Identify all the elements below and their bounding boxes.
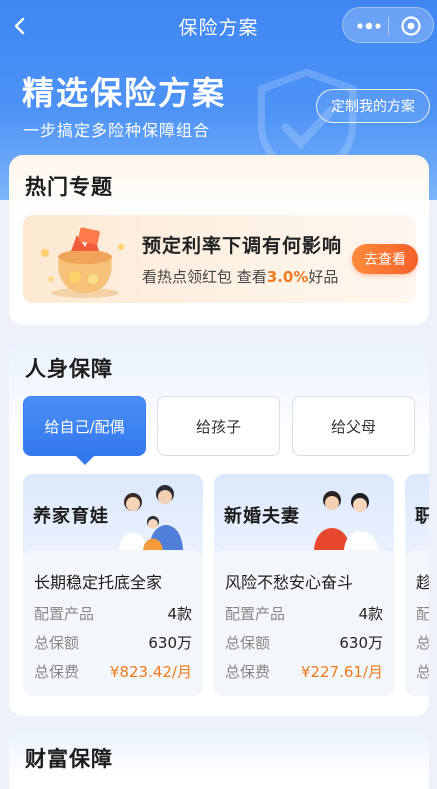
- plan-list: 养家育娃 长期稳定托底全家 配置产品 4款 总保额 630万 总保费 ¥823.42/…: [23, 474, 429, 700]
- plan-row-coverage: 总: [416, 634, 429, 652]
- plan-name: 职: [415, 506, 429, 527]
- personal-protection-card: 人身保障 给自己/配偶 给孩子 给父母 养家育娃 长期稳定托底全家 配置产品 4款: [9, 338, 429, 716]
- nav-bar: 保险方案: [0, 0, 437, 52]
- plan-details: 趁 配 总 总: [405, 550, 429, 696]
- tab-self-spouse[interactable]: 给自己/配偶: [23, 396, 146, 456]
- more-button[interactable]: [353, 14, 385, 38]
- audience-tabs: 给自己/配偶 给孩子 给父母: [23, 396, 416, 465]
- plan-slogan: 长期稳定托底全家: [34, 573, 163, 592]
- banner-subtitle: 看热点领红包 查看3.0%好品: [142, 268, 339, 286]
- hero-title: 精选保险方案: [22, 74, 227, 112]
- custom-plan-button[interactable]: 定制我的方案: [316, 89, 430, 123]
- plan-card[interactable]: 新婚夫妻 风险不愁安心奋斗 配置产品 4款 总保额 630万 总保费 ¥227.61/…: [214, 474, 394, 696]
- plan-row-coverage: 总保额 630万: [225, 634, 383, 652]
- plan-row-coverage: 总保额 630万: [34, 634, 192, 652]
- topic-banner[interactable]: 预定利率下调有何影响 看热点领红包 查看3.0%好品 去查看: [23, 215, 418, 303]
- family-illustration: [119, 485, 183, 552]
- close-button[interactable]: [399, 14, 423, 38]
- plan-slogan: 风险不愁安心奋斗: [225, 573, 354, 592]
- tab-parents[interactable]: 给父母: [292, 396, 415, 456]
- plan-row-premium: 总: [416, 663, 429, 681]
- couple-illustration: [314, 491, 378, 552]
- plan-row-products: 配置产品 4款: [225, 605, 383, 623]
- section-title: 财富保障: [25, 747, 113, 771]
- plan-row-products: 配: [416, 605, 429, 623]
- section-title: 人身保障: [25, 357, 113, 381]
- plan-name: 养家育娃: [33, 506, 109, 527]
- active-tab-pointer: [75, 455, 95, 465]
- mini-program-capsule: [342, 7, 434, 43]
- hero-subtitle: 一步搞定多险种保障组合: [23, 121, 211, 140]
- lucky-jar-illustration: [41, 227, 124, 298]
- hot-topic-card: 热门专题 预定利率下调有何影响 看热点领红包 查看3.0%好品 去查看: [9, 155, 429, 325]
- plan-row-premium: 总保费 ¥227.61/月: [225, 663, 383, 681]
- plan-row-premium: 总保费 ¥823.42/月: [34, 663, 192, 681]
- plan-name: 新婚夫妻: [224, 506, 300, 527]
- rate-highlight: 3.0%: [266, 268, 309, 286]
- plan-card[interactable]: 养家育娃 长期稳定托底全家 配置产品 4款 总保额 630万 总保费 ¥823.42/…: [23, 474, 203, 696]
- plan-details: 长期稳定托底全家 配置产品 4款 总保额 630万 总保费 ¥823.42/月: [23, 550, 203, 696]
- view-button[interactable]: 去查看: [352, 244, 418, 274]
- wealth-protection-card: 财富保障: [9, 729, 429, 789]
- section-title: 热门专题: [25, 175, 113, 199]
- more-dots-icon: [357, 22, 381, 30]
- plan-slogan: 趁: [416, 573, 429, 592]
- plan-details: 风险不愁安心奋斗 配置产品 4款 总保额 630万 总保费 ¥227.61/月: [214, 550, 394, 696]
- plan-card[interactable]: 职 趁 配 总 总: [405, 474, 429, 696]
- plan-row-products: 配置产品 4款: [34, 605, 192, 623]
- tab-child[interactable]: 给孩子: [157, 396, 280, 456]
- banner-title: 预定利率下调有何影响: [142, 235, 343, 257]
- target-circle-icon: [401, 16, 421, 36]
